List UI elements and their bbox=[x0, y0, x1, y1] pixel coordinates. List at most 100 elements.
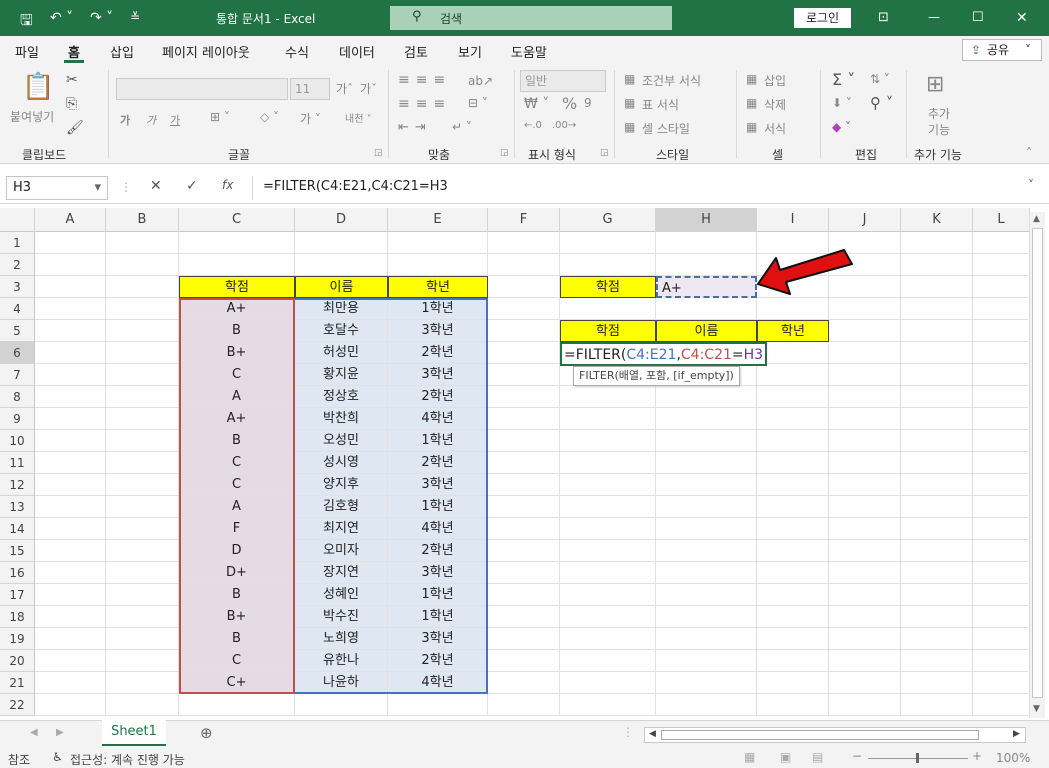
save-icon[interactable]: 🖫 bbox=[20, 10, 33, 35]
add-ins-button[interactable]: 추가 기능 bbox=[926, 106, 952, 138]
minimize-icon[interactable]: — bbox=[928, 10, 940, 24]
italic-button[interactable]: 가 bbox=[146, 112, 156, 128]
zoom-level[interactable]: 100% bbox=[996, 751, 1030, 765]
column-header[interactable]: H bbox=[656, 208, 757, 232]
redo-icon[interactable]: ↷ ˅ bbox=[90, 10, 113, 26]
zoom-out-icon[interactable]: − bbox=[852, 749, 862, 763]
insert-cells-button[interactable]: 삽입 bbox=[764, 72, 786, 89]
row-header[interactable]: 17 bbox=[0, 584, 35, 606]
phonetic-icon[interactable]: 내천 ˅ bbox=[345, 110, 372, 125]
row-header[interactable]: 8 bbox=[0, 386, 35, 408]
login-button[interactable]: 로그인 bbox=[794, 8, 851, 28]
cut-icon[interactable]: ✂ bbox=[66, 72, 78, 88]
column-header[interactable]: E bbox=[388, 208, 488, 232]
column-header[interactable]: I bbox=[757, 208, 829, 232]
row-header[interactable]: 3 bbox=[0, 276, 35, 298]
orientation-icon[interactable]: ab↗ bbox=[468, 74, 493, 88]
horizontal-scroll-thumb[interactable] bbox=[661, 730, 979, 740]
row-header[interactable]: 6 bbox=[0, 342, 35, 364]
row-header[interactable]: 22 bbox=[0, 694, 35, 716]
scroll-left-icon[interactable]: ◀ bbox=[649, 729, 656, 739]
font-size-select[interactable]: 11 bbox=[290, 78, 330, 100]
worksheet-grid[interactable]: 학점 이름 학년 A+ 최만용 1학년 B 호달수 3학년 B+ 허성민 2학년 C 황지윤 3학년 A 정상호… bbox=[35, 232, 1028, 716]
dialog-launcher-icon[interactable]: ◲ bbox=[500, 148, 509, 158]
row-header[interactable]: 5 bbox=[0, 320, 35, 342]
insert-function-icon[interactable]: fx bbox=[222, 178, 233, 192]
sheet-tab-sheet1[interactable]: Sheet1 bbox=[102, 720, 166, 746]
currency-icon[interactable]: ₩ ˅ bbox=[524, 96, 549, 112]
close-icon[interactable]: ✕ bbox=[1016, 10, 1028, 26]
row-header[interactable]: 14 bbox=[0, 518, 35, 540]
decrease-decimal-icon[interactable]: .00→ bbox=[552, 120, 576, 131]
autosum-icon[interactable]: Σ ˅ bbox=[832, 70, 855, 89]
cell[interactable]: 이름 bbox=[656, 320, 757, 342]
bold-button[interactable]: 가 bbox=[120, 112, 130, 128]
table-format-button[interactable]: 표 서식 bbox=[642, 96, 679, 113]
cell-style-button[interactable]: 셀 스타일 bbox=[642, 120, 690, 137]
criteria-cell[interactable]: A+ bbox=[656, 276, 757, 298]
number-format-select[interactable]: 일반 bbox=[520, 70, 606, 92]
ribbon-display-icon[interactable]: ⊡ bbox=[878, 10, 889, 25]
vertical-scrollbar[interactable]: ▲ ▼ bbox=[1029, 212, 1045, 718]
column-header[interactable]: K bbox=[901, 208, 973, 232]
merge-icon[interactable]: ⊟ ˅ bbox=[468, 96, 488, 110]
shrink-font-icon[interactable]: 가ˇ bbox=[360, 80, 377, 97]
find-icon[interactable]: ⚲ ˅ bbox=[870, 94, 893, 112]
fill-icon[interactable]: ⬇ ˅ bbox=[832, 96, 852, 110]
increase-decimal-icon[interactable]: ←.0 bbox=[524, 120, 542, 131]
paste-icon[interactable]: 📋 bbox=[22, 72, 54, 102]
column-header[interactable]: L bbox=[973, 208, 1030, 232]
cell[interactable]: 학점 bbox=[560, 276, 656, 298]
conditional-format-button[interactable]: 조건부 서식 bbox=[642, 72, 701, 89]
cell[interactable]: 학년 bbox=[757, 320, 829, 342]
indent-icons[interactable]: ⇤⇥ bbox=[398, 120, 432, 135]
next-sheet-icon[interactable]: ▶ bbox=[56, 727, 64, 738]
column-header[interactable]: D bbox=[295, 208, 388, 232]
row-header[interactable]: 20 bbox=[0, 650, 35, 672]
column-header[interactable]: F bbox=[488, 208, 560, 232]
row-header[interactable]: 2 bbox=[0, 254, 35, 276]
add-ins-icon[interactable]: ⊞ bbox=[926, 72, 944, 97]
column-header[interactable]: G bbox=[560, 208, 656, 232]
cancel-icon[interactable]: ✕ bbox=[150, 178, 162, 194]
scroll-right-icon[interactable]: ▶ bbox=[1013, 729, 1020, 739]
delete-cells-icon[interactable]: ▦ bbox=[746, 96, 757, 110]
column-header[interactable]: J bbox=[829, 208, 901, 232]
table-format-icon[interactable]: ▦ bbox=[624, 96, 635, 110]
zoom-slider-thumb[interactable] bbox=[916, 753, 919, 763]
tab-help[interactable]: 도움말 bbox=[511, 42, 547, 61]
cell-style-icon[interactable]: ▦ bbox=[624, 120, 635, 134]
tab-formulas[interactable]: 수식 bbox=[285, 42, 309, 61]
select-all-corner[interactable] bbox=[0, 208, 35, 232]
tab-home[interactable]: 홈 bbox=[68, 42, 80, 61]
cell[interactable]: 학년 bbox=[388, 276, 488, 298]
dialog-launcher-icon[interactable]: ◲ bbox=[600, 148, 609, 158]
row-header[interactable]: 4 bbox=[0, 298, 35, 320]
row-header[interactable]: 9 bbox=[0, 408, 35, 430]
page-break-view-icon[interactable]: ▤ bbox=[812, 750, 823, 764]
vertical-scroll-thumb[interactable] bbox=[1032, 228, 1043, 698]
dialog-launcher-icon[interactable]: ◲ bbox=[374, 148, 383, 158]
row-header[interactable]: 19 bbox=[0, 628, 35, 650]
search-box[interactable]: ⚲ 검색 bbox=[390, 6, 672, 30]
cell[interactable]: 학점 bbox=[560, 320, 656, 342]
percent-icon[interactable]: % bbox=[562, 94, 577, 113]
cell-edit-formula[interactable]: =FILTER(C4:E21,C4:C21=H3 bbox=[560, 342, 768, 366]
format-cells-icon[interactable]: ▦ bbox=[746, 120, 757, 134]
copy-icon[interactable]: ⎘ bbox=[66, 96, 77, 112]
comma-icon[interactable]: 9 bbox=[584, 96, 592, 110]
expand-formula-icon[interactable]: ˅ bbox=[1028, 178, 1034, 192]
format-painter-icon[interactable]: 🖌 bbox=[66, 120, 84, 136]
tab-review[interactable]: 검토 bbox=[404, 42, 428, 61]
customize-qat-icon[interactable]: ≚ bbox=[130, 10, 140, 24]
normal-view-icon[interactable]: ▦ bbox=[744, 750, 755, 764]
delete-cells-button[interactable]: 삭제 bbox=[764, 96, 786, 113]
paste-label[interactable]: 붙여넣기 bbox=[10, 108, 54, 125]
insert-cells-icon[interactable]: ▦ bbox=[746, 72, 757, 86]
tab-view[interactable]: 보기 bbox=[458, 42, 482, 61]
tab-file[interactable]: 파일 bbox=[15, 42, 39, 61]
font-name-select[interactable] bbox=[116, 78, 288, 100]
row-header[interactable]: 21 bbox=[0, 672, 35, 694]
row-header[interactable]: 13 bbox=[0, 496, 35, 518]
add-sheet-icon[interactable]: ⊕ bbox=[200, 724, 213, 742]
